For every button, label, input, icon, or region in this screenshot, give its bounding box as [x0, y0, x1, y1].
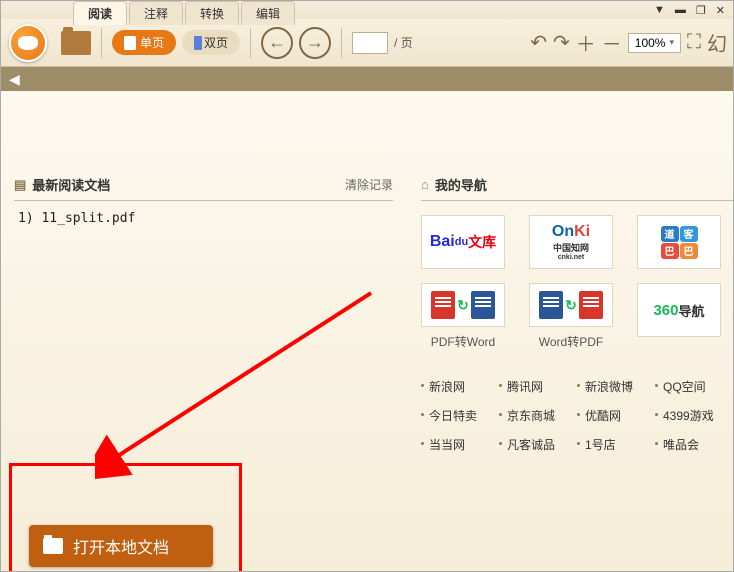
- nav-link[interactable]: 4399游戏: [655, 407, 733, 424]
- slideshow-icon[interactable]: 幻: [707, 28, 727, 57]
- back-button-icon[interactable]: ◀: [9, 71, 20, 88]
- double-page-label: 双页: [204, 34, 228, 51]
- nav-link[interactable]: 优酷网: [577, 407, 655, 424]
- nav-link[interactable]: 今日特卖: [421, 407, 499, 424]
- nav-link[interactable]: 当当网: [421, 436, 499, 453]
- titlebar: 阅读 注释 转换 编辑 ▼ ▬ ❐ ✕: [1, 1, 733, 19]
- nav-card-360[interactable]: 360导航: [637, 283, 721, 350]
- tab-annotate[interactable]: 注释: [129, 1, 183, 25]
- recent-item[interactable]: 1) 11_split.pdf: [14, 201, 393, 236]
- folder-icon: [43, 538, 63, 554]
- undo-icon[interactable]: ↶: [530, 30, 547, 55]
- fullscreen-icon[interactable]: ⛶: [687, 31, 701, 54]
- nav-card-label: Word转PDF: [539, 333, 603, 350]
- mynav-title: 我的导航: [435, 175, 487, 194]
- clear-history-link[interactable]: 清除记录: [345, 176, 393, 193]
- zoom-dropdown[interactable]: 100% ▾: [628, 33, 681, 53]
- tab-edit[interactable]: 编辑: [241, 1, 295, 25]
- arrow-icon: ↻: [565, 297, 577, 314]
- window-options-icon[interactable]: ▼: [654, 4, 665, 16]
- toolbar: 单页 双页 ← → / 页 ↶ ↷ ＋ － 100% ▾ ⛶ 幻: [1, 19, 733, 67]
- nav-link[interactable]: QQ空间: [655, 378, 733, 395]
- nav-link[interactable]: 京东商城: [499, 407, 577, 424]
- single-page-label: 单页: [140, 34, 164, 51]
- close-button[interactable]: ✕: [716, 4, 725, 17]
- nav-link[interactable]: 唯品会: [655, 436, 733, 453]
- nav-link[interactable]: 凡客诚品: [499, 436, 577, 453]
- nav-card-pdf2word[interactable]: ↻ PDF转Word: [421, 283, 505, 350]
- arrow-icon: ↻: [457, 297, 469, 314]
- nav-link[interactable]: 1号店: [577, 436, 655, 453]
- pdf-icon: [431, 291, 455, 319]
- divider: [250, 28, 251, 58]
- word-icon: [471, 291, 495, 319]
- single-page-button[interactable]: 单页: [112, 30, 176, 55]
- zoom-out-icon[interactable]: －: [602, 28, 622, 57]
- recent-item-index: 1): [18, 211, 34, 226]
- document-icon: ▤: [14, 177, 26, 193]
- nav-link[interactable]: 新浪网: [421, 378, 499, 395]
- back-bar: ◀: [1, 67, 733, 91]
- dual-page-icon: [194, 36, 200, 50]
- nav-card-doc88[interactable]: 道客巴巴: [637, 215, 721, 269]
- nav-card-word2pdf[interactable]: ↻ Word转PDF: [529, 283, 613, 350]
- open-local-file-button[interactable]: 打开本地文档: [29, 525, 213, 567]
- nav-card-cnki[interactable]: OnKi中国知网cnki.net: [529, 215, 613, 269]
- content-area: ▤ 最新阅读文档 清除记录 1) 11_split.pdf ⌂ 我的导航: [1, 91, 733, 571]
- zoom-value: 100%: [635, 36, 666, 50]
- zoom-in-icon[interactable]: ＋: [576, 28, 596, 57]
- tab-read[interactable]: 阅读: [73, 1, 127, 25]
- redo-icon[interactable]: ↷: [553, 30, 570, 55]
- maximize-button[interactable]: ❐: [696, 4, 706, 17]
- page-suffix-label: / 页: [394, 34, 413, 51]
- recent-docs-title: 最新阅读文档: [32, 175, 110, 194]
- page-icon: [124, 36, 136, 50]
- nav-card-baidu[interactable]: Baidu文库: [421, 215, 505, 269]
- chevron-down-icon: ▾: [669, 37, 674, 48]
- nav-link[interactable]: 新浪微博: [577, 378, 655, 395]
- tab-convert[interactable]: 转换: [185, 1, 239, 25]
- divider: [101, 28, 102, 58]
- page-number-input[interactable]: [352, 32, 388, 54]
- recent-item-name: 11_split.pdf: [41, 211, 135, 226]
- nav-card-label: PDF转Word: [431, 333, 495, 350]
- pdf-icon: [579, 291, 603, 319]
- minimize-button[interactable]: ▬: [675, 4, 686, 16]
- next-page-button[interactable]: →: [299, 27, 331, 59]
- app-logo-icon[interactable]: [9, 24, 47, 62]
- word-icon: [539, 291, 563, 319]
- double-page-button[interactable]: 双页: [182, 30, 240, 55]
- nav-link[interactable]: 腾讯网: [499, 378, 577, 395]
- open-button-label: 打开本地文档: [73, 534, 169, 558]
- home-icon: ⌂: [421, 177, 429, 192]
- divider: [341, 28, 342, 58]
- open-file-icon[interactable]: [61, 31, 91, 55]
- prev-page-button[interactable]: ←: [261, 27, 293, 59]
